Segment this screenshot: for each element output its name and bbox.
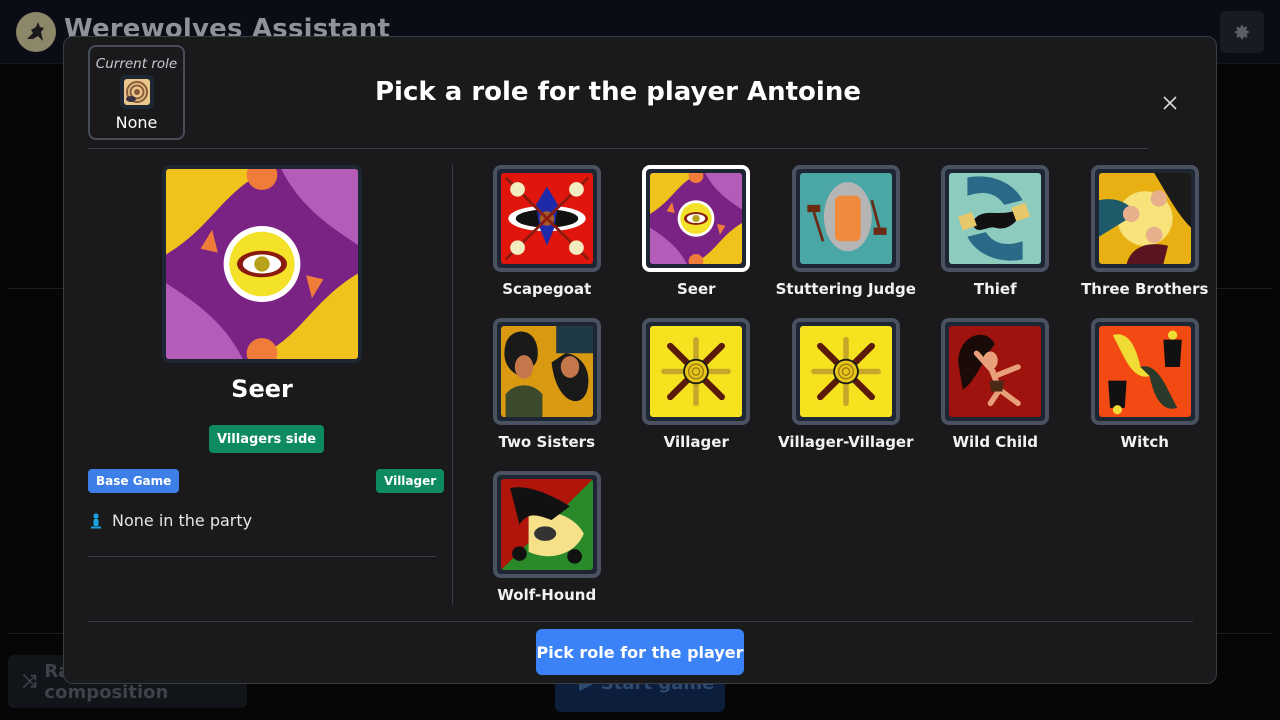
current-role-label: Current role — [95, 56, 178, 72]
role-thumbnail[interactable] — [492, 165, 601, 272]
villager-art — [799, 326, 892, 417]
role-thumbnail[interactable] — [492, 471, 601, 578]
role-thumbnail[interactable] — [492, 318, 601, 425]
party-text: None in the party — [112, 511, 253, 530]
scapegoat-art — [500, 173, 593, 264]
selected-role-image — [162, 165, 362, 363]
gear-icon — [1234, 25, 1249, 40]
role-card-stuttering-judge[interactable]: Stuttering Judge — [771, 165, 921, 298]
origin-badge: Base Game — [88, 469, 180, 493]
party-count: None in the party — [90, 511, 252, 530]
role-name: Seer — [676, 280, 716, 298]
person-icon — [91, 512, 101, 528]
side-badge: Villagers side — [209, 425, 325, 453]
role-name: Villager-Villager — [777, 433, 914, 451]
modal-title: Pick a role for the player Antoine — [375, 77, 861, 107]
role-name: Villager — [663, 433, 729, 451]
detail-divider — [88, 556, 436, 557]
role-card-wild-child[interactable]: Wild Child — [921, 318, 1071, 451]
header-divider — [88, 148, 1148, 149]
shuffle-icon: ⤨ — [22, 671, 37, 692]
pick-role-button[interactable]: Pick role for the player — [536, 629, 744, 675]
role-card-three-brothers[interactable]: Three Brothers — [1070, 165, 1220, 298]
role-card-villager-villager[interactable]: Villager-Villager — [771, 318, 921, 451]
role-card-scapegoat[interactable]: Scapegoat — [472, 165, 622, 298]
role-card-seer[interactable]: Seer — [622, 165, 772, 298]
wolfhound-art — [500, 479, 593, 570]
role-card-two-sisters[interactable]: Two Sisters — [472, 318, 622, 451]
role-name: Witch — [1120, 433, 1169, 451]
seer-art — [650, 173, 743, 264]
footer-divider — [88, 621, 1193, 622]
villager-art — [650, 326, 743, 417]
current-role-name: None — [115, 113, 158, 132]
role-thumbnail[interactable] — [642, 165, 751, 272]
role-thumbnail[interactable] — [1090, 318, 1199, 425]
seer-art — [166, 169, 358, 359]
role-card-thief[interactable]: Thief — [921, 165, 1071, 298]
role-thumbnail[interactable] — [1090, 165, 1199, 272]
close-button[interactable] — [1158, 91, 1182, 115]
close-icon — [1163, 96, 1177, 110]
role-name: Two Sisters — [498, 433, 595, 451]
settings-button[interactable] — [1220, 11, 1264, 53]
role-thumbnail[interactable] — [941, 318, 1050, 425]
role-name: Scapegoat — [502, 280, 592, 298]
sisters-art — [500, 326, 593, 417]
role-thumbnail[interactable] — [791, 165, 900, 272]
type-badge: Villager — [376, 469, 445, 493]
role-card-witch[interactable]: Witch — [1070, 318, 1220, 451]
role-name: Thief — [973, 280, 1017, 298]
role-thumbnail[interactable] — [642, 318, 751, 425]
role-name: Stuttering Judge — [775, 280, 916, 298]
panel-divider — [452, 165, 453, 605]
role-name: Wolf-Hound — [497, 586, 597, 604]
judge-art — [799, 173, 892, 264]
role-card-villager[interactable]: Villager — [622, 318, 772, 451]
role-name: Three Brothers — [1081, 280, 1209, 298]
role-thumbnail[interactable] — [941, 165, 1050, 272]
witch-art — [1098, 326, 1191, 417]
wildchild-art — [949, 326, 1042, 417]
role-card-wolf-hound[interactable]: Wolf-Hound — [472, 471, 622, 604]
selected-role-name: Seer — [231, 375, 293, 403]
wolf-howling-icon — [16, 12, 56, 52]
pick-role-modal: Current role None Pick a role for the pl… — [63, 36, 1217, 684]
brothers-art — [1098, 173, 1191, 264]
thief-art — [949, 173, 1042, 264]
role-name: Wild Child — [952, 433, 1039, 451]
role-thumbnail[interactable] — [791, 318, 900, 425]
role-grid: Scapegoat Seer Stuttering Judge Thief Three … — [472, 165, 1232, 604]
